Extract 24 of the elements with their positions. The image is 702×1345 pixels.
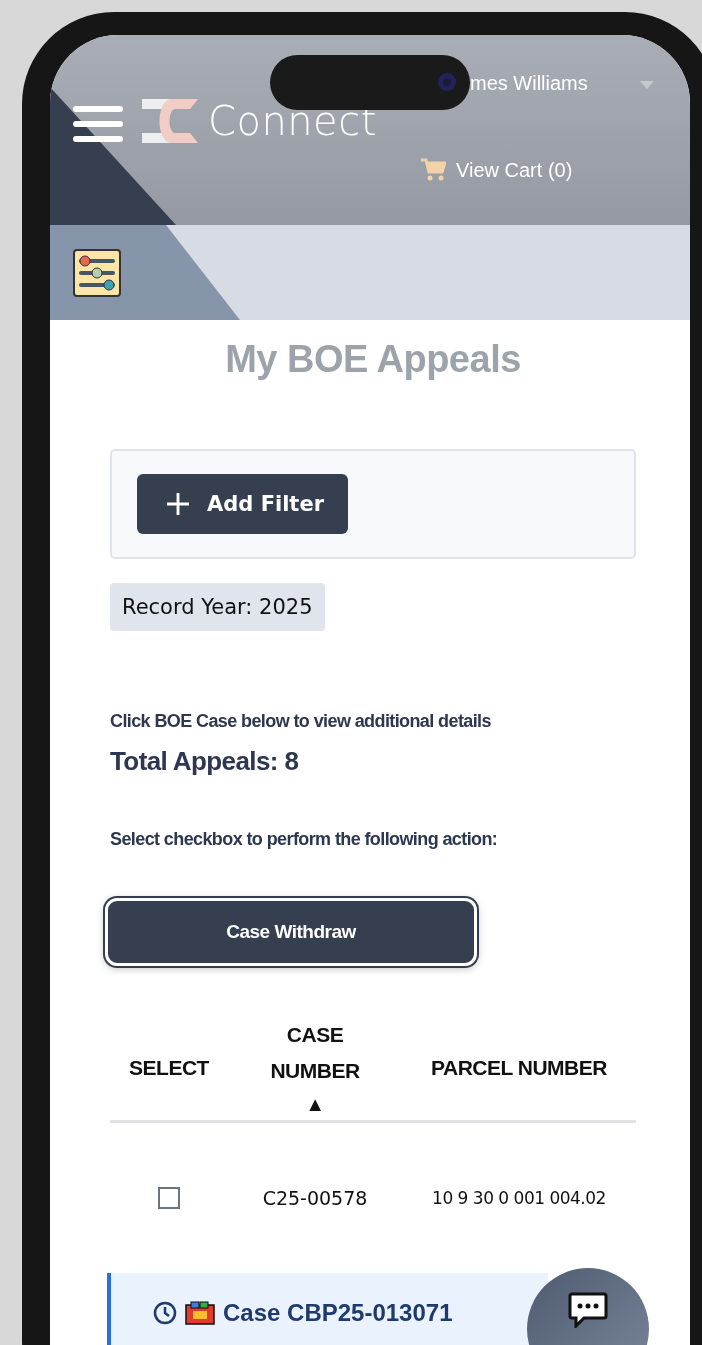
add-filter-button[interactable]: Add Filter bbox=[137, 474, 348, 534]
parcel-number: 10 9 30 0 001 004.02 bbox=[432, 1188, 606, 1208]
case-card[interactable]: Case CBP25-013071 bbox=[107, 1273, 548, 1345]
case-withdraw-button[interactable]: Case Withdraw bbox=[105, 898, 477, 966]
column-header[interactable]: PARCEL NUMBER bbox=[431, 1056, 607, 1080]
chat-icon bbox=[568, 1292, 608, 1328]
case-title: Case CBP25-013071 bbox=[223, 1299, 453, 1327]
page-title: My BOE Appeals bbox=[224, 338, 522, 381]
column-header[interactable]: CASE NUMBER bbox=[265, 1017, 365, 1089]
clock-icon bbox=[153, 1301, 177, 1325]
action-hint: Select checkbox to perform the following action: bbox=[110, 829, 499, 850]
sliders-icon[interactable] bbox=[73, 248, 121, 297]
filter-chip[interactable]: Record Year: 2025 bbox=[110, 583, 325, 631]
column-header[interactable]: SELECT bbox=[129, 1056, 209, 1080]
instruction-text: Click BOE Case below to view additional details bbox=[110, 711, 492, 732]
case-number: C25-00578 bbox=[262, 1187, 368, 1209]
folder-icon bbox=[185, 1301, 215, 1325]
plus-icon bbox=[167, 493, 189, 515]
logo-icon bbox=[140, 97, 200, 145]
logo-text: Connect bbox=[208, 98, 377, 144]
total-count: Total Appeals: 8 bbox=[110, 746, 300, 777]
row-checkbox[interactable] bbox=[158, 1187, 180, 1209]
menu-icon[interactable] bbox=[73, 106, 123, 142]
sort-indicator[interactable]: ▲ bbox=[305, 1089, 325, 1119]
